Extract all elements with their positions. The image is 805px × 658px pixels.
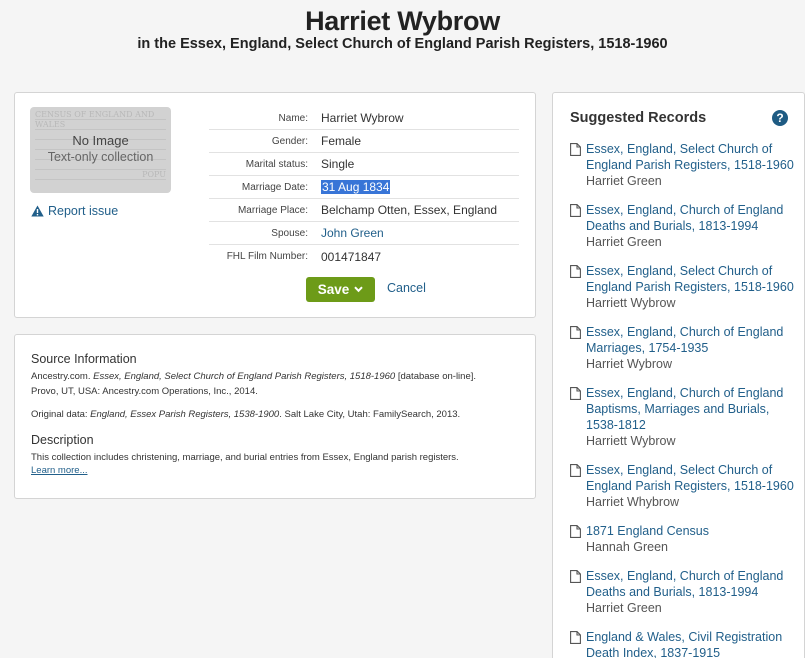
save-label: Save: [317, 282, 350, 297]
suggested-records-title: Suggested Records: [570, 110, 707, 126]
suggested-record-person: Harriet Green: [586, 235, 662, 249]
document-icon: [570, 387, 581, 400]
field-label: Marriage Date:: [241, 181, 308, 193]
document-icon: [570, 464, 581, 477]
description-text: This collection includes christening, ma…: [31, 452, 459, 463]
suggested-record-item: Essex, England, Select Church of England…: [570, 263, 800, 312]
document-icon: [570, 204, 581, 217]
suggested-records-panel: Suggested Records ? Essex, England, Sele…: [552, 92, 805, 658]
field-label: Gender:: [271, 135, 308, 147]
suggested-record-link[interactable]: Essex, England, Church of England Deaths…: [586, 202, 800, 234]
field-value-marriage-date: 31 Aug 1834: [321, 180, 391, 194]
report-issue-link[interactable]: Report issue: [31, 204, 118, 218]
suggested-record-person: Harriett Wybrow: [586, 296, 676, 310]
suggested-record-person: Harriet Wybrow: [586, 357, 673, 371]
original-data: Original data: England, Essex Parish Reg…: [31, 407, 519, 422]
suggested-record-link[interactable]: Essex, England, Church of England Marria…: [586, 324, 800, 356]
source-heading: Source Information: [31, 352, 137, 366]
field-label: Name:: [278, 112, 308, 124]
suggested-record-item: Essex, England, Church of England Deaths…: [570, 202, 800, 251]
thumbnail-bg-line: POPU: [35, 170, 166, 180]
spouse-link[interactable]: John Green: [321, 226, 384, 240]
document-icon: [570, 570, 581, 583]
field-row-fhl-film-number: FHL Film Number: 001471847: [209, 245, 519, 268]
citation-text: Ancestry.com.: [31, 371, 94, 382]
suggested-record-item: Essex, England, Church of England Marria…: [570, 324, 800, 373]
learn-more-link[interactable]: Learn more...: [31, 465, 519, 476]
document-icon: [570, 631, 581, 644]
source-citation: Ancestry.com. Essex, England, Select Chu…: [31, 369, 519, 399]
save-button[interactable]: Save: [306, 277, 375, 302]
suggested-record-link[interactable]: Essex, England, Select Church of England…: [586, 462, 800, 494]
source-card: Source Information Ancestry.com. Essex, …: [14, 334, 536, 499]
field-value-gender: Female: [321, 134, 362, 148]
suggested-record-item: Essex, England, Church of England Baptis…: [570, 385, 800, 450]
no-image-label: No Image: [72, 133, 129, 148]
field-label: Marital status:: [245, 158, 308, 170]
suggested-record-item: England & Wales, Civil Registration Deat…: [570, 629, 800, 658]
field-value-name: Harriet Wybrow: [321, 111, 404, 125]
citation-publisher: Provo, UT, USA: Ancestry.com Operations,…: [31, 386, 258, 397]
suggested-record-person: Harriet Green: [586, 601, 662, 615]
original-data-title: England, Essex Parish Registers, 1538-19…: [90, 409, 280, 420]
suggested-record-item: Essex, England, Select Church of England…: [570, 141, 800, 190]
original-data-text: Original data:: [31, 409, 91, 420]
field-value-marital-status: Single: [321, 157, 355, 171]
record-thumbnail[interactable]: CENSUS OF ENGLAND AND WALES POPU No Imag…: [30, 107, 171, 193]
field-row-marriage-date: Marriage Date: 31 Aug 1834: [209, 176, 519, 199]
document-icon: [570, 143, 581, 156]
document-icon: [570, 265, 581, 278]
thumbnail-bg-line: CENSUS OF ENGLAND AND WALES: [35, 110, 166, 129]
suggested-record-link[interactable]: Essex, England, Church of England Deaths…: [586, 568, 800, 600]
field-value-marriage-place: Belchamp Otten, Essex, England: [321, 203, 498, 217]
field-label: FHL Film Number:: [226, 251, 308, 262]
suggested-record-person: Hannah Green: [586, 540, 669, 554]
page-subtitle: in the Essex, England, Select Church of …: [137, 36, 668, 52]
report-issue-label: Report issue: [48, 204, 119, 218]
help-icon[interactable]: ?: [772, 110, 788, 126]
suggested-record-item: Essex, England, Church of England Deaths…: [570, 568, 800, 617]
text-only-label: Text-only collection: [47, 150, 154, 164]
field-label: Spouse:: [271, 227, 308, 239]
field-row-spouse: Spouse: John Green: [209, 222, 519, 245]
suggested-record-link[interactable]: 1871 England Census: [586, 523, 800, 539]
citation-title: Essex, England, Select Church of England…: [93, 371, 396, 382]
field-row-marital-status: Marital status: Single: [209, 153, 519, 176]
document-icon: [570, 326, 581, 339]
record-card: CENSUS OF ENGLAND AND WALES POPU No Imag…: [14, 92, 536, 318]
suggested-record-item: Essex, England, Select Church of England…: [570, 462, 800, 511]
chevron-down-icon: [354, 286, 363, 293]
suggested-record-link[interactable]: Essex, England, Select Church of England…: [586, 263, 800, 295]
suggested-record-person: Harriet Green: [586, 174, 662, 188]
suggested-record-item: 1871 England Census Hannah Green: [570, 523, 800, 556]
original-data-text: . Salt Lake City, Utah: FamilySearch, 20…: [279, 409, 461, 420]
field-row-marriage-place: Marriage Place: Belchamp Otten, Essex, E…: [209, 199, 519, 222]
field-row-gender: Gender: Female: [209, 130, 519, 153]
suggested-record-person: Harriett Wybrow: [586, 434, 676, 448]
field-row-name: Name: Harriet Wybrow: [209, 107, 519, 130]
description-heading: Description: [31, 433, 94, 447]
suggested-record-link[interactable]: Essex, England, Church of England Baptis…: [586, 385, 800, 433]
document-icon: [570, 525, 581, 538]
field-value-fhl-film-number: 001471847: [321, 249, 382, 264]
warning-icon: [31, 205, 44, 217]
cancel-button[interactable]: Cancel: [387, 281, 426, 295]
record-fields: Name: Harriet Wybrow Gender: Female Mari…: [209, 107, 519, 268]
field-label: Marriage Place:: [237, 204, 308, 216]
page-title: Harriet Wybrow: [305, 6, 500, 36]
suggested-record-link[interactable]: England & Wales, Civil Registration Deat…: [586, 629, 800, 658]
citation-text: [database on-line].: [395, 371, 477, 382]
suggested-records-list: Essex, England, Select Church of England…: [570, 141, 800, 658]
suggested-record-person: Harriet Whybrow: [586, 495, 680, 509]
suggested-record-link[interactable]: Essex, England, Select Church of England…: [586, 141, 800, 173]
